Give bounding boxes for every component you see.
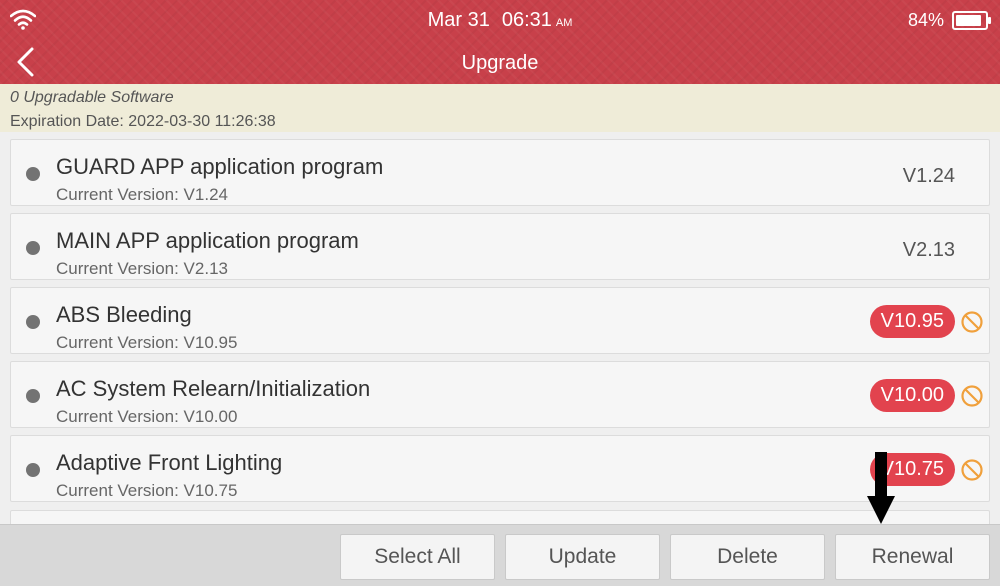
item-name: ABS Bleeding <box>56 302 192 327</box>
list-item-guard-app[interactable]: GUARD APP application program Current Ve… <box>10 139 990 206</box>
item-current-version: Current Version: V1.24 <box>56 185 228 204</box>
item-latest-version: V1.24 <box>902 165 955 187</box>
list-item-abs-bleeding[interactable]: ABS Bleeding Current Version: V10.95 V10… <box>10 287 990 354</box>
item-current-version: Current Version: V10.00 <box>56 407 238 426</box>
bottom-toolbar: Select All Update Delete Renewal <box>0 524 1000 586</box>
item-name: AC System Relearn/Initialization <box>56 376 371 401</box>
status-time: 06:31 <box>501 9 552 31</box>
page-title: Upgrade <box>461 52 539 74</box>
delete-button[interactable]: Delete <box>670 534 825 580</box>
ban-icon[interactable] <box>960 310 984 334</box>
bullet-icon <box>26 389 40 403</box>
battery-percent: 84% <box>907 10 944 30</box>
version-badge[interactable]: V10.00 <box>869 379 955 412</box>
bullet-icon <box>26 315 40 329</box>
upgradable-count: 0 Upgradable Software <box>10 89 174 106</box>
ban-icon[interactable] <box>960 384 984 408</box>
bullet-icon <box>26 241 40 255</box>
expiration-date: Expiration Date: 2022-03-30 11:26:38 <box>10 113 276 130</box>
item-name: Adaptive Front Lighting <box>56 450 283 475</box>
bullet-icon <box>26 167 40 181</box>
arrow-down-icon <box>867 452 895 524</box>
item-name: MAIN APP application program <box>56 228 359 253</box>
version-badge[interactable]: V10.95 <box>869 305 955 338</box>
status-bar: Mar 31 06:31 AM 84% <box>0 0 1000 42</box>
select-all-button[interactable]: Select All <box>340 534 495 580</box>
clock: Mar 31 06:31 AM <box>0 9 1000 32</box>
status-date: Mar 31 <box>427 9 490 31</box>
list-item-main-app[interactable]: MAIN APP application program Current Ver… <box>10 213 990 280</box>
update-button[interactable]: Update <box>505 534 660 580</box>
list-item-ac-system[interactable]: AC System Relearn/Initialization Current… <box>10 361 990 428</box>
bullet-icon <box>26 463 40 477</box>
item-current-version: Current Version: V2.13 <box>56 259 228 278</box>
info-panel: 0 Upgradable Software Expiration Date: 2… <box>0 84 1000 132</box>
list-item-partial[interactable] <box>10 510 990 524</box>
battery-level <box>956 15 982 26</box>
back-button[interactable] <box>10 46 42 78</box>
list-item-adaptive-lighting[interactable]: Adaptive Front Lighting Current Version:… <box>10 435 990 502</box>
software-list[interactable]: GUARD APP application program Current Ve… <box>0 132 1000 524</box>
item-current-version: Current Version: V10.75 <box>56 481 238 500</box>
top-bar: Mar 31 06:31 AM 84% Upgrade <box>0 0 1000 84</box>
item-latest-version: V2.13 <box>902 239 955 261</box>
item-name: GUARD APP application program <box>56 154 384 179</box>
ban-icon[interactable] <box>960 458 984 482</box>
renewal-button[interactable]: Renewal <box>835 534 990 580</box>
status-ampm: AM <box>555 17 573 29</box>
battery-icon <box>952 11 991 30</box>
item-current-version: Current Version: V10.95 <box>56 333 238 352</box>
